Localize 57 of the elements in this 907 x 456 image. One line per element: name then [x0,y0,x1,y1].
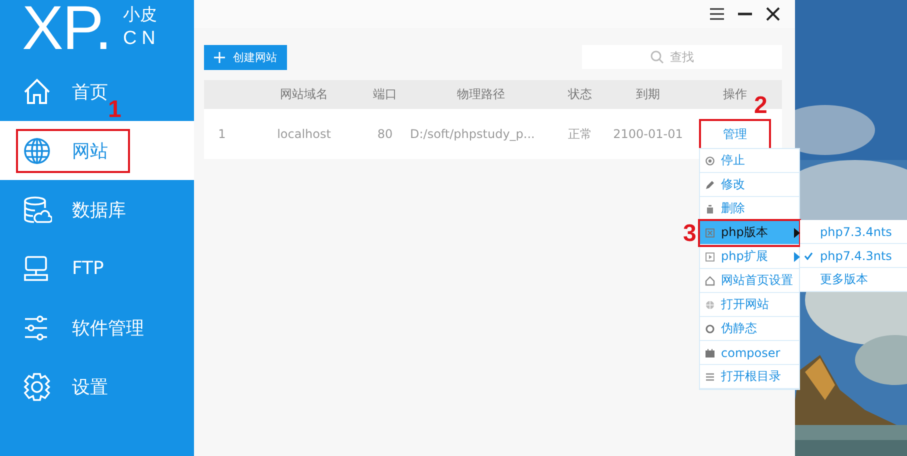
close-icon[interactable] [765,6,781,22]
crossed-square-icon [705,228,715,238]
menu-icon[interactable] [709,6,725,22]
sidebar-item[interactable]: 软件管理 [18,308,144,348]
globe-icon [22,136,52,166]
menu-item[interactable]: 停止 [700,149,799,173]
bag-icon [705,348,715,358]
logo-mark: XP. [22,0,111,58]
logo-name: 小皮 [122,4,158,26]
table-cell: localhost [277,127,331,141]
search-field[interactable]: 查找 [582,45,782,69]
ring-icon [705,324,715,334]
menu-item[interactable]: php扩展 [700,245,799,269]
column-header: 网站域名 [280,87,328,101]
step-number: 2 [754,94,768,118]
column-header: 状态 [568,87,592,101]
plus-icon [214,52,225,62]
sidebar-item[interactable]: 首页 [18,72,108,112]
table-cell: 正常 [568,126,592,140]
stop-icon [705,156,715,166]
gear-icon [22,372,52,402]
column-header: 到期 [636,87,660,101]
create-site-button[interactable]: 创建网站 [204,44,287,70]
table-cell: 1 [218,127,226,141]
globe-icon [705,300,715,310]
pencil-icon [705,180,715,190]
menu-item[interactable]: 打开根目录 [700,365,799,389]
logo-domain: CN [122,27,160,51]
menu-item[interactable]: composer [700,341,799,365]
sidebar-item[interactable]: 设置 [18,366,108,406]
submenu-item[interactable]: php7.4.3nts [800,244,907,268]
trash-icon [705,204,715,214]
search-icon [650,50,664,64]
column-header: 操作 [723,87,747,101]
list-icon [705,372,715,382]
table-cell: 80 [377,127,393,141]
sidebar-item[interactable]: FTP [18,248,104,288]
manage-button[interactable]: 管理 [701,120,769,148]
menu-item[interactable]: 修改 [700,173,799,197]
play-square-icon [705,252,715,262]
step-number: 3 [683,222,696,246]
house-icon [705,276,715,286]
menu-item[interactable]: 网站首页设置 [700,269,799,293]
sidebar-item[interactable]: 数据库 [18,190,126,230]
menu-item[interactable]: 打开网站 [700,293,799,317]
menu-item[interactable]: php版本 [700,221,799,245]
submenu-item[interactable]: 更多版本 [800,268,907,292]
column-header: 端口 [373,87,397,101]
house-icon [22,76,52,106]
menu-item[interactable]: 伪静态 [700,317,799,341]
database-icon [22,194,52,224]
submenu-item[interactable]: php7.3.4nts [800,220,907,244]
sidebar-item[interactable]: 网站 [18,130,128,170]
table-cell: 2100-01-01 [613,127,683,141]
column-header: 物理路径 [457,87,505,101]
table-cell: D:/soft/phpstudy_p... [410,127,535,141]
step-number: 1 [108,98,122,122]
